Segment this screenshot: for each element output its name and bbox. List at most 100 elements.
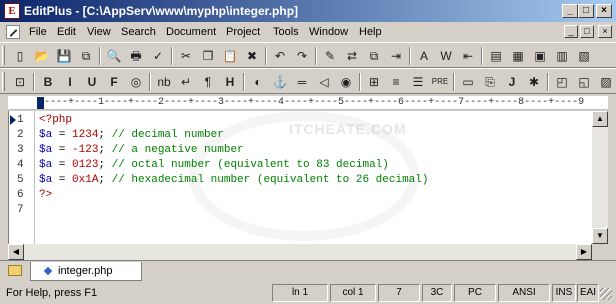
scroll-up-button[interactable]: ▲ [592, 111, 608, 127]
font-tag-button[interactable]: F [104, 73, 124, 91]
comment-icon[interactable]: ◁ [314, 73, 334, 91]
html-toolbar-icon[interactable]: ⊡ [10, 73, 30, 91]
code-line[interactable]: ?> [39, 188, 52, 203]
toolbar-separator [265, 47, 267, 65]
highlight-icon[interactable]: ✎ [320, 47, 340, 65]
code-token: $a [39, 144, 53, 156]
scroll-down-button[interactable]: ▼ [592, 228, 608, 244]
ruler-toggle-icon[interactable]: ▤ [486, 47, 506, 65]
scrollbar-corner [592, 244, 608, 260]
mdi-close-button[interactable]: × [598, 25, 612, 38]
code-line[interactable]: $a = -123; // a negative number [39, 143, 244, 158]
nbsp-button[interactable]: nb [154, 73, 174, 91]
delete-icon[interactable]: ✖ [242, 47, 262, 65]
code-token: // octal number (equivalent to 83 decima… [111, 159, 389, 171]
underline-button[interactable]: U [82, 73, 102, 91]
redo-icon[interactable]: ↷ [292, 47, 312, 65]
menu-window[interactable]: Window [309, 25, 348, 39]
anchor-icon[interactable]: ⚓ [270, 73, 290, 91]
new-file-icon[interactable]: ▯ [10, 47, 30, 65]
browser-icon[interactable]: ◱ [574, 73, 594, 91]
open-icon[interactable]: 📂 [32, 47, 52, 65]
heading-button[interactable]: H [220, 73, 240, 91]
paste-icon[interactable]: 📋 [220, 47, 240, 65]
toolbar-extra-icon[interactable]: ▨ [596, 73, 616, 91]
code-token: 0x1A [72, 174, 99, 186]
table-icon[interactable]: ⊞ [364, 73, 384, 91]
line-number-gutter: 1 2 3 4 5 6 7 [9, 111, 35, 244]
bold-button[interactable]: B [38, 73, 58, 91]
line-number-icon[interactable]: ▦ [508, 47, 528, 65]
cliptext-icon[interactable]: ▥ [552, 47, 572, 65]
style-icon[interactable]: ✱ [524, 73, 544, 91]
editplus-app-icon[interactable]: E [4, 3, 20, 19]
status-encoding[interactable]: ANSI [498, 284, 550, 302]
save-all-icon[interactable]: ⧉ [76, 47, 96, 65]
menu-project[interactable]: Project [226, 25, 260, 39]
output-window-icon[interactable]: ▣ [530, 47, 550, 65]
menu-tools[interactable]: Tools [273, 25, 299, 39]
toolbar-separator [149, 73, 151, 91]
tab-integer-php[interactable]: integer.php [30, 262, 142, 281]
menu-file[interactable]: File [29, 25, 47, 39]
minimize-button[interactable]: _ [562, 4, 578, 18]
mdi-minimize-button[interactable]: _ [564, 25, 578, 38]
copy-format-icon[interactable]: ⧉ [364, 47, 384, 65]
scroll-right-button[interactable]: ▶ [576, 244, 592, 260]
line-break-button[interactable]: ↵ [176, 73, 196, 91]
vertical-scrollbar[interactable]: ▲ ▼ [592, 111, 608, 244]
code-line[interactable]: <?php [39, 113, 72, 128]
center-icon[interactable]: ≡ [386, 73, 406, 91]
code-line[interactable]: $a = 0123; // octal number (equivalent t… [39, 158, 389, 173]
save-icon[interactable]: 💾 [54, 47, 74, 65]
font-icon[interactable]: A [414, 47, 434, 65]
close-button[interactable]: × [596, 4, 612, 18]
status-line-ending[interactable]: PC [454, 284, 496, 302]
horizontal-rule-icon[interactable]: ═ [292, 73, 312, 91]
javascript-button[interactable]: J [502, 73, 522, 91]
document-menu-icon[interactable] [6, 25, 20, 39]
scroll-left-button[interactable]: ◀ [8, 244, 24, 260]
resize-grip[interactable] [600, 288, 612, 300]
folder-icon[interactable] [8, 265, 22, 276]
preview-icon[interactable]: ◰ [552, 73, 572, 91]
toolbar-grip[interactable] [2, 72, 5, 91]
editor-area[interactable]: ITCHEATE.COM 1234567 <?php $a = 1234; // … [8, 111, 592, 244]
insert-char-icon[interactable]: ⇤ [458, 47, 478, 65]
color-icon[interactable]: ◎ [126, 73, 146, 91]
pre-button[interactable]: PRE [430, 73, 450, 91]
code-line[interactable]: $a = 0x1A; // hexadecimal number (equiva… [39, 173, 428, 188]
code-token: $a [39, 159, 53, 171]
goto-icon[interactable]: ⇥ [386, 47, 406, 65]
directory-icon[interactable]: ▧ [574, 47, 594, 65]
target-icon[interactable]: ◉ [336, 73, 356, 91]
word-wrap-icon[interactable]: W [436, 47, 456, 65]
undo-icon[interactable]: ↶ [270, 47, 290, 65]
replace-icon[interactable]: ⇄ [342, 47, 362, 65]
paragraph-button[interactable]: ¶ [198, 73, 218, 91]
html-template-icon[interactable]: ⎘ [480, 73, 500, 91]
form-icon[interactable]: ▭ [458, 73, 478, 91]
italic-button[interactable]: I [60, 73, 80, 91]
align-icon[interactable]: ☰ [408, 73, 428, 91]
ruler-cursor-marker [37, 97, 44, 109]
code-line[interactable]: $a = 1234; // decimal number [39, 128, 224, 143]
menu-document[interactable]: Document [166, 25, 216, 39]
menu-view[interactable]: View [87, 25, 111, 39]
toolbar-grip[interactable] [2, 46, 5, 65]
mdi-restore-button[interactable]: □ [580, 25, 594, 38]
image-icon[interactable]: ◐ [248, 73, 268, 91]
horizontal-scrollbar[interactable]: ◀ ▶ [8, 244, 592, 260]
menu-search[interactable]: Search [121, 25, 156, 39]
find-icon[interactable]: 🔍 [104, 47, 124, 65]
copy-icon[interactable]: ❐ [198, 47, 218, 65]
code-token: ; [98, 174, 112, 186]
status-bar: For Help, press F1 ln 1 col 1 7 3C PC AN… [0, 282, 616, 304]
code-token: $a [39, 129, 53, 141]
spell-check-icon[interactable]: ✓ [148, 47, 168, 65]
print-icon[interactable]: 🖶 [126, 47, 146, 65]
restore-button[interactable]: □ [578, 4, 594, 18]
cut-icon[interactable]: ✂ [176, 47, 196, 65]
menu-help[interactable]: Help [359, 25, 382, 39]
menu-edit[interactable]: Edit [57, 25, 76, 39]
